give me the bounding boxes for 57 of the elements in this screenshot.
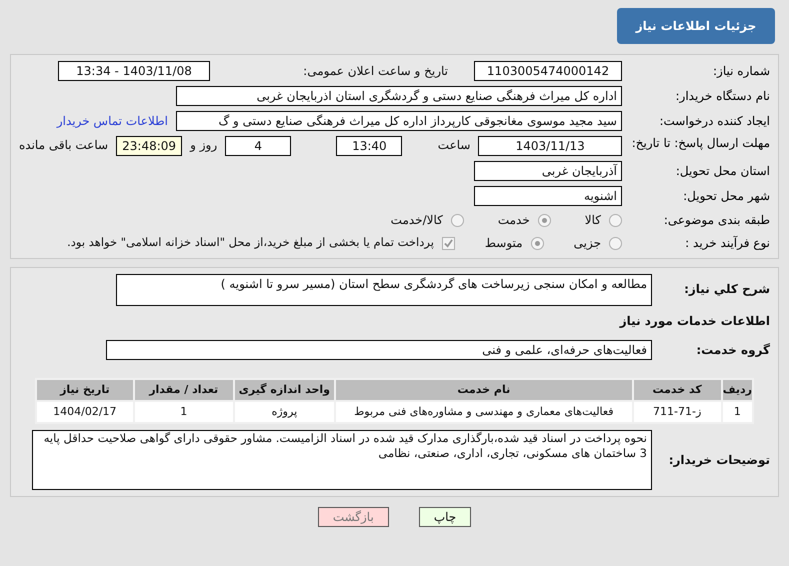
column-header: ردیف: [722, 379, 753, 401]
field-label: نوع فرآیند خرید :: [684, 235, 770, 252]
section-title: اطلاعات خدمات مورد نیاز: [618, 313, 770, 330]
radio-button[interactable]: [450, 214, 464, 226]
field-label: ساعت باقی مانده: [19, 137, 108, 154]
text-field[interactable]: 1403/11/08 - 13:34: [58, 61, 210, 81]
table-cell: 1: [722, 401, 753, 423]
text-field[interactable]: اشنویه: [474, 186, 622, 206]
field-label: استان محل تحویل:: [674, 163, 770, 180]
checkbox[interactable]: [442, 236, 455, 250]
text-field[interactable]: 4: [225, 136, 292, 156]
print-button[interactable]: چاپ: [418, 507, 472, 527]
table-cell: پروژه: [234, 401, 336, 423]
column-header: واحد اندازه گیری: [234, 379, 336, 401]
text-field[interactable]: 23:48:09: [116, 136, 182, 156]
field-label: ایجاد کننده درخواست:: [658, 113, 770, 130]
radio-button[interactable]: [609, 214, 622, 226]
radio-label: خدمت: [498, 212, 530, 229]
radio-button[interactable]: [609, 236, 622, 250]
text-field[interactable]: فعالیت‌های حرفه‌ای، علمی و فنی: [106, 340, 652, 360]
field-label: شرح کلي نياز:: [683, 281, 770, 298]
field-label: توضیحات خریدار:: [668, 452, 770, 469]
radio-button[interactable]: [530, 236, 544, 250]
description-field[interactable]: مطالعه و امکان سنجی زیرساخت های گردشگری سطح استان (مسیر سرو تا اشنویه ): [116, 274, 652, 306]
text-field[interactable]: اداره کل میراث فرهنگی صنایع دستی و گردشگری استان اذربایجان غربی: [176, 86, 622, 106]
radio-label: جزیی: [574, 235, 601, 252]
field-label: روز و: [190, 137, 218, 154]
text-field[interactable]: 1403/11/13: [478, 136, 622, 156]
column-header: تاریخ نیاز: [36, 379, 134, 401]
field-label: طبقه بندی موضوعی:: [662, 212, 770, 229]
check-icon: [444, 238, 453, 248]
table-cell: فعالیت‌های معماری و مهندسی و مشاوره‌های فنی مربوط: [335, 401, 632, 423]
field-label: شماره نیاز:: [712, 63, 770, 80]
field-label: تاریخ و ساعت اعلان عمومی:: [302, 63, 448, 80]
radio-button[interactable]: [538, 214, 551, 226]
radio-label: کالا/خدمت: [390, 212, 443, 229]
column-header: نام خدمت: [335, 379, 632, 401]
text-field[interactable]: 13:40: [336, 136, 402, 156]
column-header: کد خدمت: [632, 379, 722, 401]
buyer-notes-field[interactable]: نحوه پرداخت در اسناد قید شده،بارگذاری مدارک قید شده در اسناد الزامیست. مشاور حقوقی دارای گواهی صلاحیت حداقل پایه 3 ساختمان های مسکونی، تجاری، اداری، صنعتی، نظامی: [32, 430, 652, 490]
table-cell: 1: [134, 401, 234, 423]
field-label: ساعت: [438, 137, 470, 154]
table-cell: ز-71-711: [632, 401, 722, 423]
checkbox-label: پرداخت تمام یا بخشی از مبلغ خرید،از محل "اسناد خزانه اسلامی" خواهد بود.: [67, 234, 434, 252]
text-field[interactable]: سید مجید موسوی مغانجوقی کارپرداز اداره کل میراث فرهنگی صنایع دستی و گ: [176, 111, 622, 131]
radio-label: کالا: [584, 212, 601, 229]
text-field[interactable]: آذربایجان غربی: [474, 161, 622, 181]
field-label: گروه خدمت:: [695, 342, 770, 359]
text-field[interactable]: 1103005474000142: [474, 61, 622, 81]
field-label: نام دستگاه خریدار:: [674, 88, 770, 105]
radio-label: متوسط: [484, 235, 523, 252]
page-title: جزئیات اطلاعات نیاز: [617, 8, 775, 44]
buyer-contact-link[interactable]: اطلاعات تماس خریدار: [56, 112, 168, 130]
field-label: شهر محل تحویل:: [682, 188, 770, 205]
table-cell: 1404/02/17: [36, 401, 134, 423]
column-header: تعداد / مقدار: [134, 379, 234, 401]
field-label: مهلت ارسال پاسخ: تا تاریخ:: [630, 136, 770, 151]
